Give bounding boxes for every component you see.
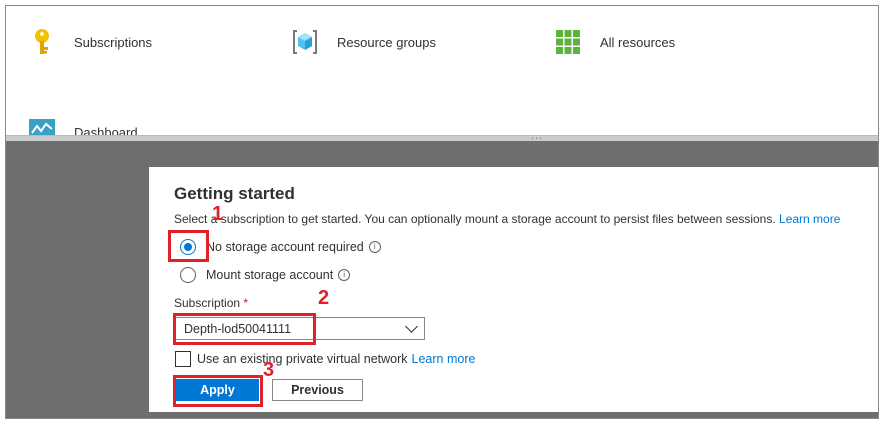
learn-more-link[interactable]: Learn more xyxy=(779,212,840,226)
azure-services-panel: Subscriptions Resource groups All resour… xyxy=(6,6,878,136)
getting-started-dialog: Getting started Select a subscription to… xyxy=(149,167,878,412)
resource-group-icon xyxy=(291,28,319,56)
service-all-resources[interactable]: All resources xyxy=(554,28,675,56)
vnet-learn-more-link[interactable]: Learn more xyxy=(412,352,476,366)
subscription-label: Subscription * xyxy=(174,296,249,310)
description-text: Select a subscription to get started. Yo… xyxy=(174,212,776,226)
info-icon[interactable]: i xyxy=(368,241,381,253)
radio-button[interactable] xyxy=(180,267,196,283)
radio-mount-storage[interactable]: Mount storage account i xyxy=(180,267,351,283)
dialog-title: Getting started xyxy=(174,184,295,203)
callout-number-3: 3 xyxy=(263,359,275,381)
service-dashboard[interactable]: Dashboard xyxy=(28,118,138,136)
service-label: Subscriptions xyxy=(74,34,153,50)
service-label: All resources xyxy=(600,34,676,50)
callout-number-2: 2 xyxy=(318,287,330,309)
info-icon[interactable]: i xyxy=(338,269,351,281)
callout-number-1: 1 xyxy=(212,203,224,225)
previous-button[interactable]: Previous xyxy=(272,379,363,401)
radio-label: No storage account required xyxy=(206,240,364,254)
callout-box-1 xyxy=(168,230,209,262)
service-resource-groups[interactable]: Resource groups xyxy=(291,28,436,56)
chevron-down-icon xyxy=(405,320,418,333)
service-label: Resource groups xyxy=(337,34,436,50)
dashboard-icon xyxy=(28,118,56,136)
callout-box-3 xyxy=(173,375,263,407)
screenshot-frame: Subscriptions Resource groups All resour… xyxy=(5,5,879,419)
grid-icon xyxy=(554,28,582,56)
radio-label: Mount storage account xyxy=(206,268,334,282)
required-mark: * xyxy=(243,296,249,310)
callout-box-2 xyxy=(173,313,316,345)
radio-no-storage[interactable]: No storage account required i xyxy=(180,239,381,255)
key-icon xyxy=(28,28,56,56)
vnet-checkbox-row[interactable]: Use an existing private virtual network … xyxy=(175,351,475,367)
service-subscriptions[interactable]: Subscriptions xyxy=(28,28,152,56)
dialog-description: Select a subscription to get started. Yo… xyxy=(174,212,840,226)
vnet-checkbox[interactable] xyxy=(175,351,191,367)
vnet-checkbox-label: Use an existing private virtual network xyxy=(197,352,408,366)
